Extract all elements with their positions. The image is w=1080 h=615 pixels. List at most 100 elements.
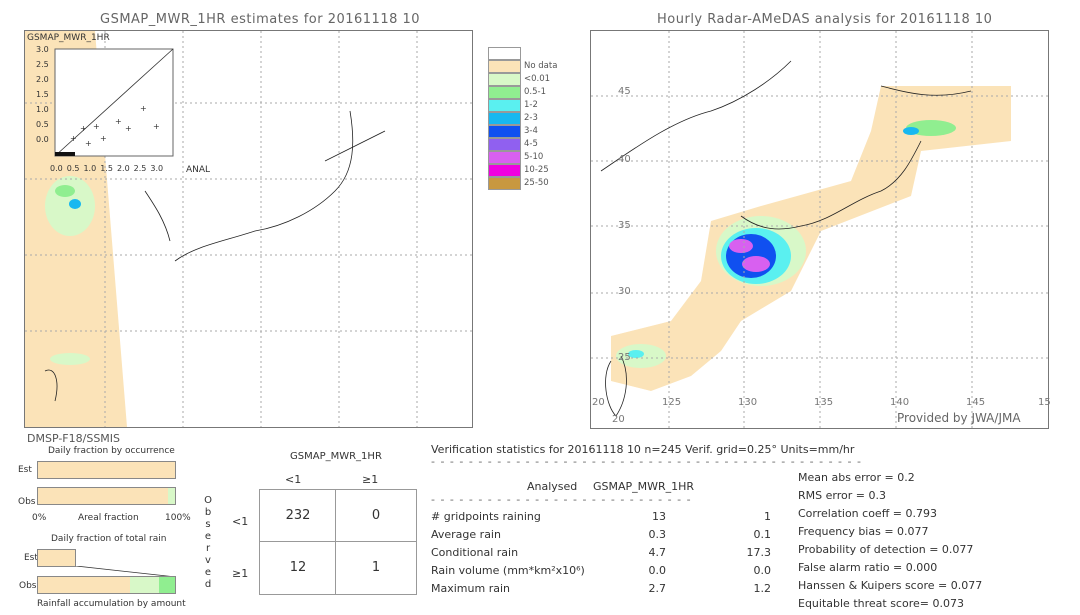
right-map (590, 30, 1049, 429)
scatter-ylabel: GSMAP_MWR_1HR (27, 33, 110, 43)
xtick: 2.0 (116, 164, 130, 173)
divider: - - - - - - - - - - - - - - - - - - - - … (431, 493, 692, 506)
observed-letter: d (204, 579, 212, 590)
observed-letter: v (205, 555, 211, 566)
lat-tick: 25 (618, 352, 631, 363)
col-estimate: GSMAP_MWR_1HR (593, 480, 695, 493)
lon-tick: 140 (890, 397, 910, 408)
xtick: 2.5 (133, 164, 147, 173)
occurrence-est-bar (37, 461, 176, 479)
total-rain-obs-segment (158, 577, 175, 593)
scatter-xticks: 0.0 0.5 1.0 1.5 2.0 2.5 3.0 (50, 164, 163, 173)
contingency-cell: 0 (371, 508, 381, 523)
scatter-yticks: 3.0 2.5 2.0 1.5 1.0 0.5 0.0 (36, 45, 52, 150)
occurrence-est-label: Est (18, 465, 32, 475)
ytick: 1.5 (36, 90, 49, 99)
legend-item-blank (488, 47, 603, 60)
rain-area (69, 199, 81, 209)
lon-ticks: 20 125 130 135 140 145 15 (592, 397, 1062, 411)
lon-tick: 15 (1038, 397, 1051, 408)
svg-text:+: + (115, 117, 122, 126)
score-item: Correlation coeff = 0.793 (798, 507, 937, 520)
svg-text:+: + (153, 122, 160, 131)
contingency-col-header: ≥1 (362, 473, 379, 486)
legend-label: 10-25 (524, 165, 549, 175)
xtick: 1.5 (100, 164, 113, 173)
ytick: 1.0 (36, 105, 49, 114)
lon-tick: 145 (966, 397, 986, 408)
rain-area (729, 239, 753, 253)
svg-text:+: + (93, 122, 100, 131)
total-rain-footer: Rainfall accumulation by amount (37, 599, 186, 609)
stats-label: Conditional rain (431, 546, 519, 559)
rain-area (903, 127, 919, 135)
lon-tick: 125 (662, 397, 682, 408)
svg-text:+: + (70, 134, 77, 143)
ytick: 2.5 (36, 60, 49, 69)
score-item: Hanssen & Kuipers score = 0.077 (798, 579, 983, 592)
total-rain-title: Daily fraction of total rain (51, 534, 167, 544)
right-map-title: Hourly Radar-AMeDAS analysis for 2016111… (657, 12, 993, 27)
stats-analysed-value: 2.7 (648, 582, 667, 595)
occurrence-x-label: Areal fraction (78, 513, 139, 523)
contingency-title: GSMAP_MWR_1HR (290, 451, 382, 462)
xtick: 0.0 (50, 164, 63, 173)
lon-tick: 135 (814, 397, 834, 408)
xtick: 3.0 (150, 164, 164, 173)
score-item: False alarm ratio = 0.000 (798, 561, 938, 574)
stats-label: Maximum rain (431, 582, 510, 595)
satellite-name: DMSP-F18/SSMIS (27, 432, 121, 445)
legend-label: 25-50 (524, 178, 549, 188)
observed-letter: b (204, 507, 212, 518)
stats-analysed-value: 13 (652, 510, 666, 523)
rain-area (50, 353, 90, 365)
right-map-canvas (591, 31, 1048, 428)
contingency-col-header: <1 (285, 473, 302, 486)
svg-text:+: + (125, 124, 132, 133)
lat-tick: 45 (618, 86, 631, 97)
total-rain-obs-label: Obs (19, 581, 37, 591)
contingency-row-header: <1 (232, 515, 249, 528)
occurrence-obs-bar (37, 487, 176, 505)
legend-swatch (488, 138, 521, 151)
legend-swatch (488, 73, 521, 86)
contingency-table: 232 0 12 1 (259, 489, 417, 595)
legend-item: 4-5 (488, 138, 603, 151)
legend-swatch (488, 177, 521, 190)
xtick: 1.0 (83, 164, 97, 173)
legend-item: <0.01 (488, 73, 603, 86)
svg-text:+: + (100, 134, 107, 143)
observed-letter: e (204, 531, 212, 542)
stats-row: Maximum rain 2.7 1.2 (431, 582, 771, 600)
stats-estimate-value: 1 (764, 510, 771, 523)
stats-row: Conditional rain 4.7 17.3 (431, 546, 771, 564)
ytick: 0.0 (36, 135, 49, 144)
stats-label: Average rain (431, 528, 501, 541)
stats-label: Rain volume (mm*km²x10⁶) (431, 564, 585, 577)
left-map: + + + + + + + + + (24, 30, 473, 428)
legend-item: 0.5-1 (488, 86, 603, 99)
stats-estimate-value: 17.3 (746, 546, 772, 559)
ytick: 3.0 (36, 45, 49, 54)
xtick: 0.5 (66, 164, 80, 173)
legend-label: 3-4 (524, 126, 538, 136)
legend-label: <0.01 (524, 74, 551, 84)
col-analysed: Analysed (527, 480, 578, 493)
stats-table: # gridpoints raining 13 1 Average rain 0.… (431, 510, 771, 600)
legend-swatch (488, 112, 521, 125)
lon-tick: 130 (738, 397, 758, 408)
occurrence-x-right: 100% (165, 513, 191, 523)
lat-tick: 30 (618, 286, 631, 297)
observed-letter: r (205, 543, 211, 554)
legend-swatch (488, 60, 521, 73)
lat-tick: 35 (618, 220, 631, 231)
legend-label: No data (524, 61, 558, 71)
stats-estimate-value: 1.2 (753, 582, 772, 595)
stats-estimate-value: 0.1 (753, 528, 772, 541)
svg-text:+: + (140, 104, 147, 113)
scatter-xlabel: ANAL (186, 165, 211, 175)
stats-analysed-value: 0.0 (648, 564, 667, 577)
divider: - - - - - - - - - - - - - - - - - - - - … (431, 455, 862, 468)
score-item: RMS error = 0.3 (798, 489, 886, 502)
legend-swatch (488, 86, 521, 99)
